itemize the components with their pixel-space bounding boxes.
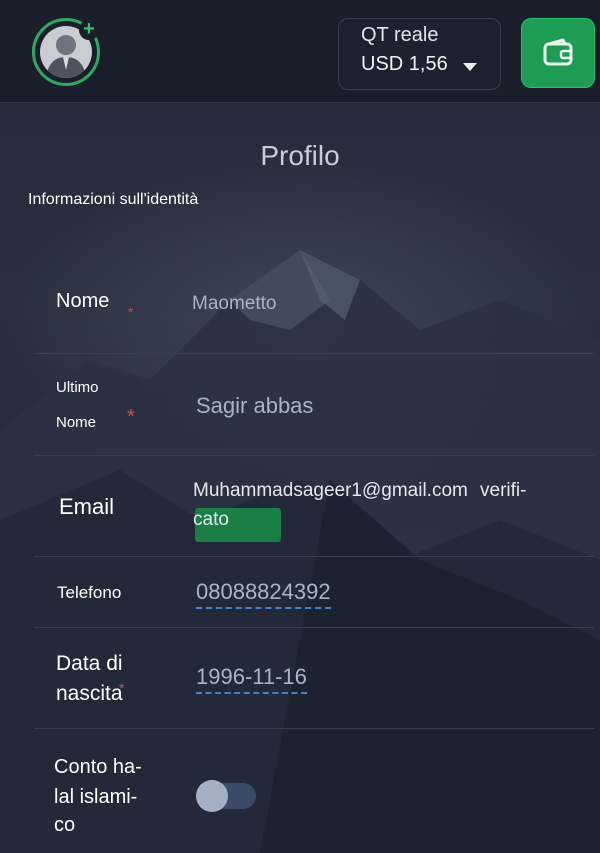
- section-heading: Informazioni sull'identità: [28, 191, 199, 208]
- birth-date-label-line2: nascita: [56, 682, 123, 705]
- top-header: + QT reale USD 1,56: [0, 0, 600, 103]
- last-name-label-line2: Nome: [56, 414, 97, 431]
- first-name-label: Nome: [56, 290, 110, 312]
- verified-status: cato: [193, 509, 229, 530]
- required-marker: *: [128, 304, 134, 320]
- email-value[interactable]: Muhammadsageer1@gmail.com: [193, 480, 468, 502]
- required-marker: *: [119, 680, 125, 696]
- page-title: Profilo: [260, 140, 340, 171]
- plus-icon[interactable]: +: [79, 19, 99, 40]
- chevron-down-icon: [463, 63, 477, 71]
- account-balance: USD 1,56: [361, 53, 448, 75]
- phone-value[interactable]: 08088824392: [196, 579, 331, 609]
- account-selector[interactable]: QT reale USD 1,56: [338, 18, 501, 90]
- required-marker: *: [127, 406, 135, 428]
- toggle-knob[interactable]: [196, 780, 228, 812]
- phone-label: Telefono: [57, 583, 122, 602]
- divider: [34, 627, 594, 628]
- wallet-button[interactable]: [521, 18, 595, 88]
- divider: [34, 353, 594, 354]
- birth-date-label-line1: Data di: [56, 652, 123, 675]
- islamic-account-label-line1: Conto ha-: [54, 756, 142, 778]
- email-label: Email: [59, 494, 115, 519]
- last-name-value[interactable]: Sagir abbas: [196, 393, 313, 419]
- first-name-value[interactable]: Maometto: [192, 293, 276, 315]
- last-name-label-line1: Ultimo: [56, 379, 99, 396]
- verified-text-part: verifi-: [480, 480, 527, 501]
- divider: [34, 556, 594, 557]
- islamic-account-label-line3: co: [54, 814, 76, 836]
- divider: [34, 728, 594, 729]
- wallet-icon: [543, 38, 573, 66]
- divider: [34, 455, 594, 456]
- islamic-account-label-line2: lal islami-: [54, 786, 138, 808]
- account-type-label: QT reale: [361, 24, 439, 46]
- birth-date-value[interactable]: 1996-11-16: [196, 664, 307, 694]
